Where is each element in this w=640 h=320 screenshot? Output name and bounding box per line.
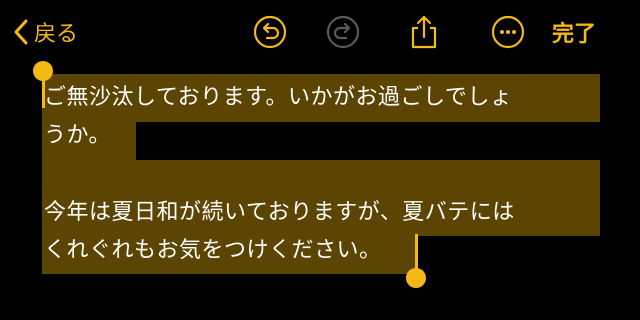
note-line[interactable]: くれぐれもお気をつけください。 [44, 232, 382, 270]
chevron-left-icon [14, 19, 28, 45]
selection-end-caret [415, 234, 418, 270]
done-button[interactable]: 完了 [552, 12, 596, 52]
note-line[interactable]: 今年は夏日和が続いておりますが、夏バテには [44, 194, 515, 232]
note-editor[interactable]: ご無沙汰しております。いかがお過ごしでしょ うか。 今年は夏日和が続いております… [0, 61, 640, 320]
undo-icon[interactable] [250, 12, 290, 52]
note-line[interactable]: ご無沙汰しております。いかがお過ごしでしょ [44, 79, 512, 117]
selection-end-handle[interactable] [406, 268, 426, 288]
note-line[interactable]: うか。 [44, 117, 111, 155]
back-button[interactable]: 戻る [14, 12, 78, 52]
redo-icon[interactable] [323, 12, 363, 52]
share-icon[interactable] [404, 12, 444, 52]
more-icon[interactable] [488, 12, 528, 52]
selection-start-handle[interactable] [33, 61, 53, 81]
back-label: 戻る [34, 22, 79, 47]
toolbar: 戻る 完了 [0, 0, 640, 64]
selection-highlight [42, 160, 600, 198]
